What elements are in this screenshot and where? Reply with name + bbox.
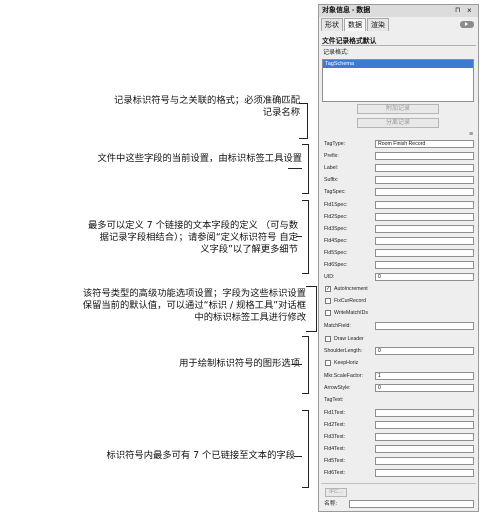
match-field-field[interactable] — [375, 322, 474, 330]
mkr-scale-factor-label: Mkr.ScaleFactor: — [324, 373, 363, 379]
tab-data[interactable]: 数据 — [344, 18, 366, 31]
annotation-text-linked-fields: 标识符号内最多可有 7 个已链接至文本的字段 — [106, 450, 295, 461]
tab-shape[interactable]: 形状 — [321, 18, 343, 31]
checkmark-icon: ✓ — [326, 286, 331, 292]
annotation-linked-text-fields: 最多可以定义 7 个链接的文本字段的定义 （可与数 据记录字段相结合）；请参阅“… — [87, 220, 298, 255]
mkr-scale-factor-field[interactable]: 1 — [375, 372, 474, 380]
connector-linked-text-fields — [296, 236, 302, 237]
palette-tabs: 形状 数据 渲染 — [319, 18, 478, 31]
attach-record-button[interactable]: 附加记录 — [357, 104, 439, 114]
connector-text-linked-fields — [294, 456, 302, 457]
object-info-palette: 对象信息 - 数据 ⊓ × 形状 数据 渲染 文件记录格式默认 记录格式: Ta… — [318, 4, 479, 512]
uid-label: UID: — [324, 274, 335, 280]
bracket-advanced-options — [306, 286, 317, 332]
section-header: 文件记录格式默认 — [322, 38, 377, 45]
fld1spec-field[interactable] — [375, 201, 474, 209]
record-format-list[interactable]: TagSchema — [322, 59, 474, 102]
tab-render[interactable]: 渲染 — [367, 18, 389, 31]
detach-record-button[interactable]: 分离记录 — [357, 118, 439, 128]
shoulder-length-label: ShoulderLength: — [324, 348, 363, 354]
fld2spec-field[interactable] — [375, 213, 474, 221]
keep-horiz-checkbox[interactable] — [325, 360, 331, 366]
suffix-field[interactable] — [375, 176, 474, 184]
tag-type-field[interactable]: Room Finish Record — [375, 140, 474, 148]
tab-overflow-button[interactable] — [460, 21, 474, 28]
fld4spec-field[interactable] — [375, 237, 474, 245]
fld1text-label: Fld1Text: — [324, 410, 346, 416]
annotation-advanced-options: 该符号类型的高级功能选项设置；字段为这些标识设置 保留当前的默认值，可以通过“标… — [82, 288, 306, 323]
bottom-divider — [321, 483, 476, 484]
fld2text-label: Fld2Text: — [324, 422, 346, 428]
ifc-button[interactable]: IFC... — [325, 488, 347, 497]
prefix-label: Prefix: — [324, 153, 339, 159]
prefix-field[interactable] — [375, 152, 474, 160]
bracket-linked-text-fields — [302, 200, 309, 274]
bracket-record-format — [299, 103, 308, 139]
fld6text-field[interactable] — [375, 469, 474, 477]
fld1spec-label: Fld1Spec: — [324, 202, 348, 208]
fld6text-label: Fld6Text: — [324, 470, 346, 476]
fld1text-field[interactable] — [375, 409, 474, 417]
fld2text-field[interactable] — [375, 421, 474, 429]
draw-leader-label: Draw Leader — [334, 336, 364, 342]
fld4text-label: Fld4Text: — [324, 446, 346, 452]
fld5text-field[interactable] — [375, 457, 474, 465]
fld5spec-field[interactable] — [375, 249, 474, 257]
annotation-graphic-options: 用于绘制标识符号的图形选项 — [179, 358, 300, 369]
hamburger-menu-icon[interactable]: ≡ — [469, 131, 473, 138]
write-match-ids-checkbox[interactable] — [325, 310, 331, 316]
arrow-style-field[interactable]: 0 — [375, 384, 474, 392]
tagspec-field[interactable] — [375, 188, 474, 196]
fix-cur-record-checkbox[interactable] — [325, 298, 331, 304]
auto-increment-checkbox[interactable]: ✓ — [325, 286, 331, 292]
draw-leader-checkbox[interactable] — [325, 336, 331, 342]
annotation-current-settings: 文件中这些字段的当前设置，由标识标签工具设置 — [97, 153, 302, 164]
label-field[interactable] — [375, 164, 474, 172]
palette-titlebar[interactable]: 对象信息 - 数据 ⊓ × — [319, 5, 478, 17]
write-match-ids-label: WriteMatchIDs — [334, 310, 368, 316]
close-icon[interactable]: × — [467, 5, 472, 17]
fld5spec-label: Fld5Spec: — [324, 250, 348, 256]
fld3spec-field[interactable] — [375, 225, 474, 233]
tagspec-label: TagSpec: — [324, 189, 346, 195]
connector-graphic-options — [292, 364, 302, 365]
record-format-label: 记录格式: — [323, 50, 349, 56]
label-label: Label: — [324, 165, 339, 171]
chevron-right-icon — [465, 22, 468, 26]
section-divider — [321, 45, 476, 46]
fld2spec-label: Fld2Spec: — [324, 214, 348, 220]
fld5text-label: Fld5Text: — [324, 458, 346, 464]
auto-increment-label: AutoIncrement — [334, 286, 368, 292]
fix-cur-record-label: FixCurRecord — [334, 298, 366, 304]
bracket-graphic-options — [302, 336, 309, 394]
fld4text-field[interactable] — [375, 445, 474, 453]
fld6spec-field[interactable] — [375, 261, 474, 269]
fld3text-field[interactable] — [375, 433, 474, 441]
annotation-record-format: 记录标识符号与之关联的格式；必须准确匹配 记录名称 — [114, 95, 300, 118]
suffix-label: Suffix: — [324, 177, 339, 183]
keep-horiz-label: KeepHoriz — [334, 360, 359, 366]
bracket-text-linked-fields — [302, 410, 309, 488]
uid-field[interactable]: 0 — [375, 273, 474, 281]
match-field-label: MatchField: — [324, 323, 351, 329]
palette-title: 对象信息 - 数据 — [322, 7, 371, 14]
record-list-item[interactable]: TagSchema — [323, 60, 473, 68]
connector-current-settings — [288, 168, 302, 169]
name-label: 名称: — [324, 501, 338, 507]
arrow-style-label: ArrowStyle: — [324, 385, 351, 391]
fld4spec-label: Fld4Spec: — [324, 238, 348, 244]
tag-type-label: TagType: — [324, 141, 346, 147]
shoulder-length-field[interactable]: 0 — [375, 347, 474, 355]
bracket-current-settings — [302, 144, 309, 194]
fld3text-label: Fld3Text: — [324, 434, 346, 440]
fld3spec-label: Fld3Spec: — [324, 226, 348, 232]
tag-text-label: TagText: — [324, 397, 344, 403]
pin-icon[interactable]: ⊓ — [455, 5, 460, 17]
name-field[interactable] — [349, 500, 474, 508]
fld6spec-label: Fld6Spec: — [324, 262, 348, 268]
